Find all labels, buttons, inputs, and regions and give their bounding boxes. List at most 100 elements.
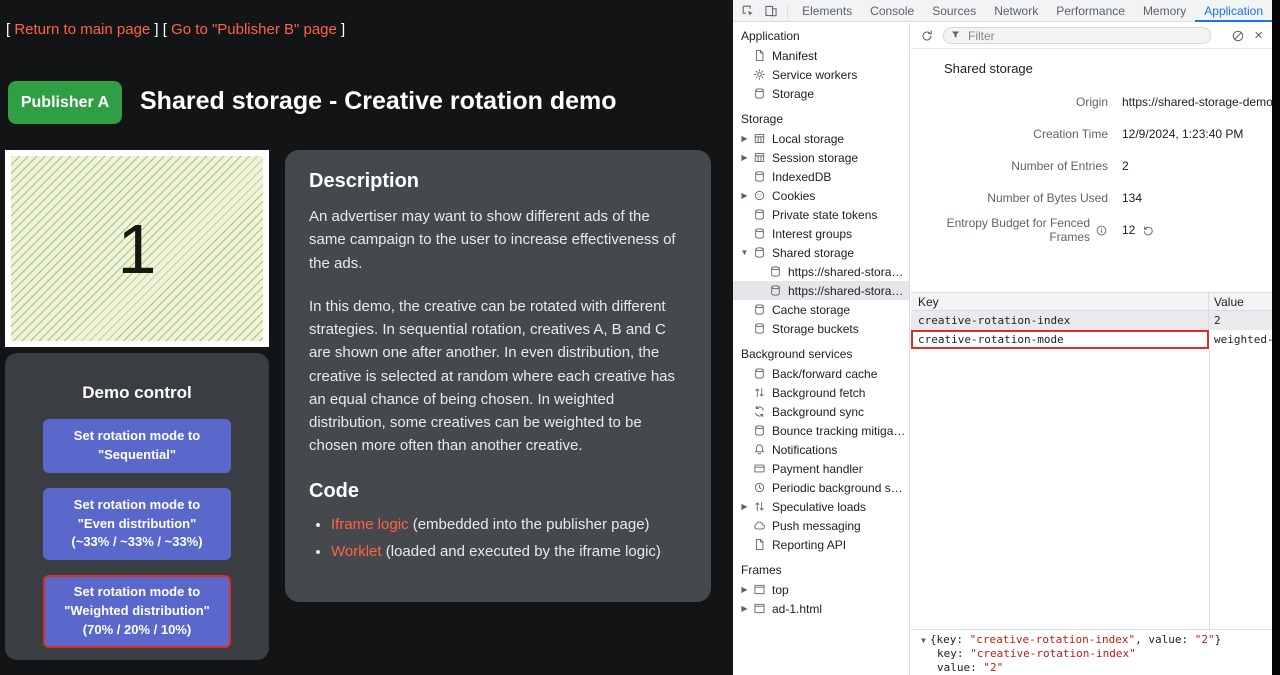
key-cell[interactable]: creative-rotation-index bbox=[911, 311, 1209, 330]
sidebar-item-background-sync[interactable]: Background sync bbox=[733, 402, 909, 421]
sidebar-item-notifications[interactable]: Notifications bbox=[733, 440, 909, 459]
close-icon[interactable]: × bbox=[1254, 28, 1263, 43]
sidebar-item-storage[interactable]: Storage bbox=[733, 84, 909, 103]
table-row-creative-rotation-mode[interactable]: creative-rotation-modeweighted-distribut… bbox=[911, 330, 1272, 349]
sidebar-item-private-state-tokens[interactable]: Private state tokens bbox=[733, 205, 909, 224]
value-cell[interactable]: weighted-distribution bbox=[1209, 330, 1272, 349]
expander-expanded-icon[interactable]: ▼ bbox=[738, 248, 751, 257]
sidebar-item-label: Reporting API bbox=[772, 538, 846, 552]
tab-performance[interactable]: Performance bbox=[1047, 0, 1134, 22]
metadata-label: Number of Entries bbox=[1011, 159, 1108, 173]
filter-input[interactable] bbox=[966, 28, 1204, 44]
sidebar-item-push-messaging[interactable]: Push messaging bbox=[733, 516, 909, 535]
sidebar-item-https-shared-storage-d[interactable]: https://shared-storage-d… bbox=[733, 281, 909, 300]
value-cell[interactable]: 2 bbox=[1209, 311, 1272, 330]
sidebar-item-manifest[interactable]: Manifest bbox=[733, 46, 909, 65]
sidebar-item-ad-1-html[interactable]: ▶ad-1.html bbox=[733, 599, 909, 618]
device-toolbar-icon[interactable] bbox=[760, 0, 783, 22]
sidebar-item-payment-handler[interactable]: Payment handler bbox=[733, 459, 909, 478]
sidebar-item-cookies[interactable]: ▶ Cookies bbox=[733, 186, 909, 205]
shared-storage-toolbar: × bbox=[911, 23, 1272, 49]
document-icon bbox=[751, 49, 767, 63]
sidebar-item-indexeddb[interactable]: IndexedDB bbox=[733, 167, 909, 186]
tab-elements[interactable]: Elements bbox=[793, 0, 861, 22]
refresh-icon[interactable] bbox=[920, 29, 934, 43]
metadata-value: 2 bbox=[1122, 159, 1129, 173]
sidebar-item-session-storage[interactable]: ▶Session storage bbox=[733, 148, 909, 167]
sidebar-item-label: IndexedDB bbox=[772, 170, 831, 184]
code-link-worklet[interactable]: Worklet bbox=[331, 543, 382, 560]
expander-collapsed-icon[interactable]: ▶ bbox=[738, 134, 751, 143]
block-icon[interactable] bbox=[1231, 29, 1245, 43]
sidebar-item-label: Cookies bbox=[772, 189, 815, 203]
expander-collapsed-icon[interactable]: ▶ bbox=[738, 585, 751, 594]
column-header-key[interactable]: Key bbox=[911, 293, 1209, 310]
sidebar-item-label: https://shared-storage-d… bbox=[788, 265, 909, 279]
metadata-label-cell: Number of Entries bbox=[911, 159, 1108, 173]
expander-collapsed-icon[interactable]: ▶ bbox=[738, 604, 751, 613]
preview-property-value: value: "2" bbox=[921, 661, 1272, 675]
info-icon bbox=[1095, 224, 1108, 237]
sidebar-item-background-fetch[interactable]: Background fetch bbox=[733, 383, 909, 402]
database-icon bbox=[751, 246, 767, 260]
cloud-icon bbox=[751, 519, 767, 533]
expander-expanded-icon[interactable]: ▼ bbox=[921, 636, 926, 645]
preview-string-value: "creative-rotation-index" bbox=[970, 647, 1136, 660]
code-link-iframe-logic[interactable]: Iframe logic bbox=[331, 516, 409, 533]
top-link-go-to-publisher-b-page[interactable]: Go to "Publisher B" page bbox=[171, 21, 337, 38]
sidebar-item-shared-storage[interactable]: ▼Shared storage bbox=[733, 243, 909, 262]
code-links-list: Iframe logic (embedded into the publishe… bbox=[309, 513, 687, 564]
expander-collapsed-icon[interactable]: ▶ bbox=[738, 153, 751, 162]
tab-memory[interactable]: Memory bbox=[1134, 0, 1195, 22]
expander-collapsed-icon[interactable]: ▶ bbox=[738, 191, 751, 200]
rotation-mode-button-even-distribution[interactable]: Set rotation mode to"Even distribution"(… bbox=[43, 488, 231, 561]
sidebar-item-label: Periodic background s… bbox=[772, 481, 903, 495]
sidebar-item-local-storage[interactable]: ▶Local storage bbox=[733, 129, 909, 148]
reset-icon[interactable] bbox=[1142, 224, 1155, 237]
table-row-creative-rotation-index[interactable]: creative-rotation-index2 bbox=[911, 311, 1272, 330]
tab-network[interactable]: Network bbox=[985, 0, 1047, 22]
funnel-icon bbox=[950, 29, 961, 43]
tab-sources[interactable]: Sources bbox=[923, 0, 985, 22]
updown-icon bbox=[751, 386, 767, 400]
column-header-value[interactable]: Value bbox=[1209, 293, 1272, 310]
top-links-text: ] [ bbox=[150, 21, 171, 38]
preview-string-value: "2" bbox=[983, 661, 1003, 674]
metadata-value-cell: https://shared-storage-demo-co bbox=[1122, 95, 1272, 109]
sidebar-item-periodic-background-s[interactable]: Periodic background s… bbox=[733, 478, 909, 497]
top-links: [ Return to main page ] [ Go to "Publish… bbox=[6, 21, 345, 38]
filter-box[interactable] bbox=[943, 27, 1211, 44]
expander-collapsed-icon[interactable]: ▶ bbox=[738, 502, 751, 511]
sidebar-item-label: Cache storage bbox=[772, 303, 850, 317]
sidebar-item-reporting-api[interactable]: Reporting API bbox=[733, 535, 909, 554]
devtools-window: ElementsConsoleSourcesNetworkPerformance… bbox=[733, 0, 1272, 675]
cookie-icon bbox=[751, 189, 767, 203]
sidebar-item-speculative-loads[interactable]: ▶Speculative loads bbox=[733, 497, 909, 516]
metadata-value-cell: 2 bbox=[1122, 159, 1272, 173]
key-cell[interactable]: creative-rotation-mode bbox=[911, 330, 1209, 349]
sidebar-item-back-forward-cache[interactable]: Back/forward cache bbox=[733, 364, 909, 383]
metadata-row-entropy-budget-for-fenced-frames: Entropy Budget for Fenced Frames12 bbox=[911, 214, 1272, 246]
sidebar-item-bounce-tracking-mitiga[interactable]: Bounce tracking mitiga… bbox=[733, 421, 909, 440]
sidebar-item-service-workers[interactable]: Service workers bbox=[733, 65, 909, 84]
storage-item-preview: ▼{key: "creative-rotation-index", value:… bbox=[911, 629, 1272, 675]
sidebar-item-interest-groups[interactable]: Interest groups bbox=[733, 224, 909, 243]
tab-console[interactable]: Console bbox=[861, 0, 923, 22]
inspect-element-icon[interactable] bbox=[737, 0, 760, 22]
top-link-return-to-main-page[interactable]: Return to main page bbox=[14, 21, 150, 38]
table-header-row: KeyValue bbox=[911, 292, 1272, 311]
sidebar-item-https-shared-storage-d[interactable]: https://shared-storage-d… bbox=[733, 262, 909, 281]
tab-application[interactable]: Application bbox=[1195, 0, 1272, 22]
preview-text: } bbox=[1215, 633, 1222, 646]
creative-number: 1 bbox=[118, 214, 157, 284]
rotation-mode-button-weighted-distribution[interactable]: Set rotation mode to"Weighted distributi… bbox=[43, 575, 231, 648]
database-icon bbox=[751, 303, 767, 317]
sidebar-item-top[interactable]: ▶top bbox=[733, 580, 909, 599]
sidebar-item-label: Back/forward cache bbox=[772, 367, 877, 381]
sidebar-item-label: Notifications bbox=[772, 443, 837, 457]
toolbar-divider bbox=[787, 4, 788, 18]
sidebar-item-storage-buckets[interactable]: Storage buckets bbox=[733, 319, 909, 338]
rotation-mode-button-sequential[interactable]: Set rotation mode to"Sequential" bbox=[43, 419, 231, 473]
description-panel: Description An advertiser may want to sh… bbox=[285, 150, 711, 602]
sidebar-item-cache-storage[interactable]: Cache storage bbox=[733, 300, 909, 319]
